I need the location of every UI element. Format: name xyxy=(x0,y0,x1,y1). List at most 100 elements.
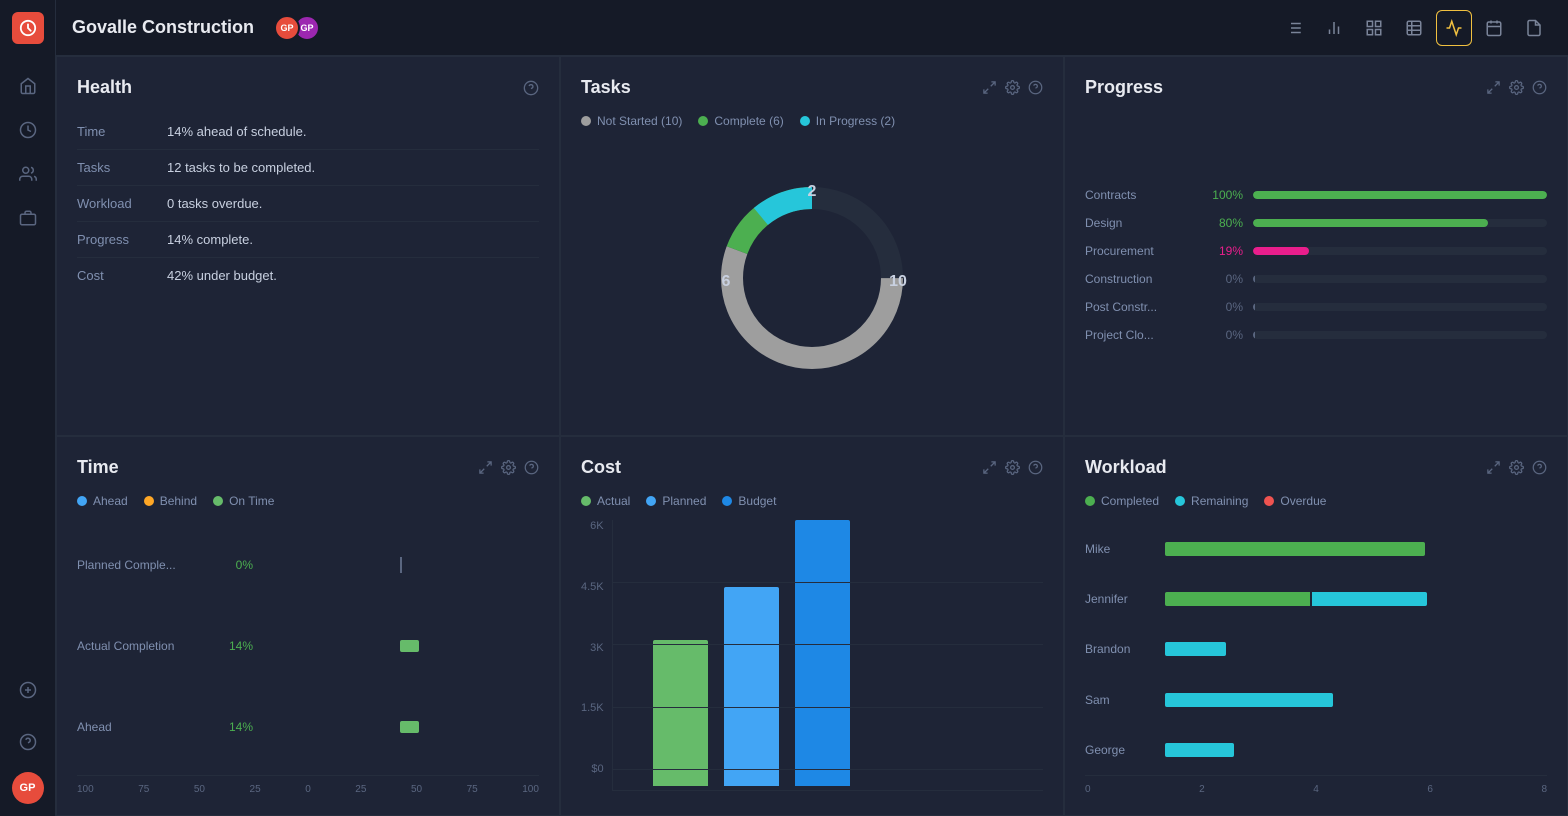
progress-title: Progress xyxy=(1085,77,1486,98)
workload-axis-6: 6 xyxy=(1427,784,1433,795)
progress-expand-icon[interactable] xyxy=(1486,80,1501,95)
legend-completed: Completed xyxy=(1085,494,1159,508)
calendar-tool-button[interactable] xyxy=(1476,10,1512,46)
progress-row-procurement: Procurement 19% xyxy=(1085,244,1547,258)
grid-tool-button[interactable] xyxy=(1356,10,1392,46)
workload-label-brandon: Brandon xyxy=(1085,642,1157,656)
cost-settings-icon[interactable] xyxy=(1005,460,1020,475)
workload-expand-icon[interactable] xyxy=(1486,460,1501,475)
time-panel-icons xyxy=(478,460,539,475)
progress-bar-construction xyxy=(1253,275,1547,283)
legend-label-overdue: Overdue xyxy=(1280,494,1326,508)
workload-bar-brandon-remaining xyxy=(1165,642,1226,656)
dashboard-grid: Health Time 14% ahead of schedule. Tasks… xyxy=(56,56,1568,816)
tasks-panel: Tasks Not Started (10) xyxy=(560,56,1064,436)
legend-label-ahead: Ahead xyxy=(93,494,128,508)
progress-fill-construction xyxy=(1253,275,1255,283)
time-title: Time xyxy=(77,457,478,478)
workload-label-jennifer: Jennifer xyxy=(1085,592,1157,606)
sidebar-item-recent[interactable] xyxy=(10,112,46,148)
progress-help-icon[interactable] xyxy=(1532,80,1547,95)
progress-pct-post-const: 0% xyxy=(1205,300,1243,314)
time-expand-icon[interactable] xyxy=(478,460,493,475)
user-avatar[interactable]: GP xyxy=(12,772,44,804)
legend-dot-budget xyxy=(722,496,732,506)
legend-dot-actual xyxy=(581,496,591,506)
progress-fill-project-close xyxy=(1253,331,1255,339)
legend-label-remaining: Remaining xyxy=(1191,494,1248,508)
progress-row-post-const: Post Constr... 0% xyxy=(1085,300,1547,314)
time-help-icon[interactable] xyxy=(524,460,539,475)
health-help-icon[interactable] xyxy=(523,80,539,96)
tasks-help-icon[interactable] xyxy=(1028,80,1043,95)
workload-panel: Workload Completed xyxy=(1064,436,1568,816)
legend-label-actual: Actual xyxy=(597,494,630,508)
cost-panel: Cost Actual xyxy=(560,436,1064,816)
progress-fill-contracts xyxy=(1253,191,1547,199)
tasks-expand-icon[interactable] xyxy=(982,80,997,95)
cost-panel-header: Cost xyxy=(581,457,1043,478)
progress-rows: Contracts 100% Design 80% Procuremen xyxy=(1085,114,1547,415)
sidebar-item-home[interactable] xyxy=(10,68,46,104)
progress-label-post-const: Post Constr... xyxy=(1085,300,1195,314)
progress-fill-procurement xyxy=(1253,247,1309,255)
health-table: Time 14% ahead of schedule. Tasks 12 tas… xyxy=(77,114,539,293)
legend-not-started: Not Started (10) xyxy=(581,114,682,128)
legend-dot-remaining xyxy=(1175,496,1185,506)
sidebar-item-add[interactable] xyxy=(10,672,46,708)
pulse-tool-button[interactable] xyxy=(1436,10,1472,46)
tasks-settings-icon[interactable] xyxy=(1005,80,1020,95)
legend-label-completed: Completed xyxy=(1101,494,1159,508)
legend-dot-in-progress xyxy=(800,116,810,126)
legend-label-complete: Complete (6) xyxy=(714,114,783,128)
workload-help-icon[interactable] xyxy=(1532,460,1547,475)
legend-label-behind: Behind xyxy=(160,494,197,508)
donut-label-left: 6 xyxy=(722,273,731,290)
progress-settings-icon[interactable] xyxy=(1509,80,1524,95)
legend-on-time: On Time xyxy=(213,494,274,508)
progress-label-procurement: Procurement xyxy=(1085,244,1195,258)
list-tool-button[interactable] xyxy=(1276,10,1312,46)
app-logo[interactable] xyxy=(12,12,44,44)
health-panel-header: Health xyxy=(77,77,539,98)
cost-legend: Actual Planned Budget xyxy=(581,494,1043,508)
time-axis-100-right: 100 xyxy=(522,784,539,795)
legend-remaining: Remaining xyxy=(1175,494,1248,508)
document-tool-button[interactable] xyxy=(1516,10,1552,46)
time-bar-planned xyxy=(261,555,539,575)
bar-chart-tool-button[interactable] xyxy=(1316,10,1352,46)
progress-fill-design xyxy=(1253,219,1488,227)
cost-help-icon[interactable] xyxy=(1028,460,1043,475)
workload-row-brandon: Brandon xyxy=(1085,642,1547,656)
progress-panel-icons xyxy=(1486,80,1547,95)
progress-bar-design xyxy=(1253,219,1547,227)
cost-bar-planned xyxy=(724,587,779,787)
sidebar-item-team[interactable] xyxy=(10,156,46,192)
workload-settings-icon[interactable] xyxy=(1509,460,1524,475)
health-label-tasks: Tasks xyxy=(77,160,167,175)
sidebar: GP xyxy=(0,0,56,816)
legend-label-on-time: On Time xyxy=(229,494,274,508)
time-settings-icon[interactable] xyxy=(501,460,516,475)
cost-y-45k: 4.5K xyxy=(581,581,604,593)
cost-bar-actual xyxy=(653,640,708,786)
progress-pct-contracts: 100% xyxy=(1205,188,1243,202)
legend-dot-ahead xyxy=(77,496,87,506)
cost-y-0: $0 xyxy=(591,763,603,775)
table-tool-button[interactable] xyxy=(1396,10,1432,46)
legend-behind: Behind xyxy=(144,494,197,508)
sidebar-item-portfolio[interactable] xyxy=(10,200,46,236)
time-bar-ahead-fill xyxy=(400,721,419,733)
workload-axis-8: 8 xyxy=(1541,784,1547,795)
legend-complete: Complete (6) xyxy=(698,114,783,128)
sidebar-item-help[interactable] xyxy=(10,724,46,760)
cost-expand-icon[interactable] xyxy=(982,460,997,475)
cost-bar-group-1 xyxy=(653,520,708,786)
workload-row-jennifer: Jennifer xyxy=(1085,592,1547,606)
avatar-1[interactable]: GP xyxy=(274,15,300,41)
progress-row-project-close: Project Clo... 0% xyxy=(1085,328,1547,342)
workload-bar-mike-completed xyxy=(1165,542,1425,556)
legend-budget: Budget xyxy=(722,494,776,508)
progress-pct-construction: 0% xyxy=(1205,272,1243,286)
workload-axis-0: 0 xyxy=(1085,784,1091,795)
